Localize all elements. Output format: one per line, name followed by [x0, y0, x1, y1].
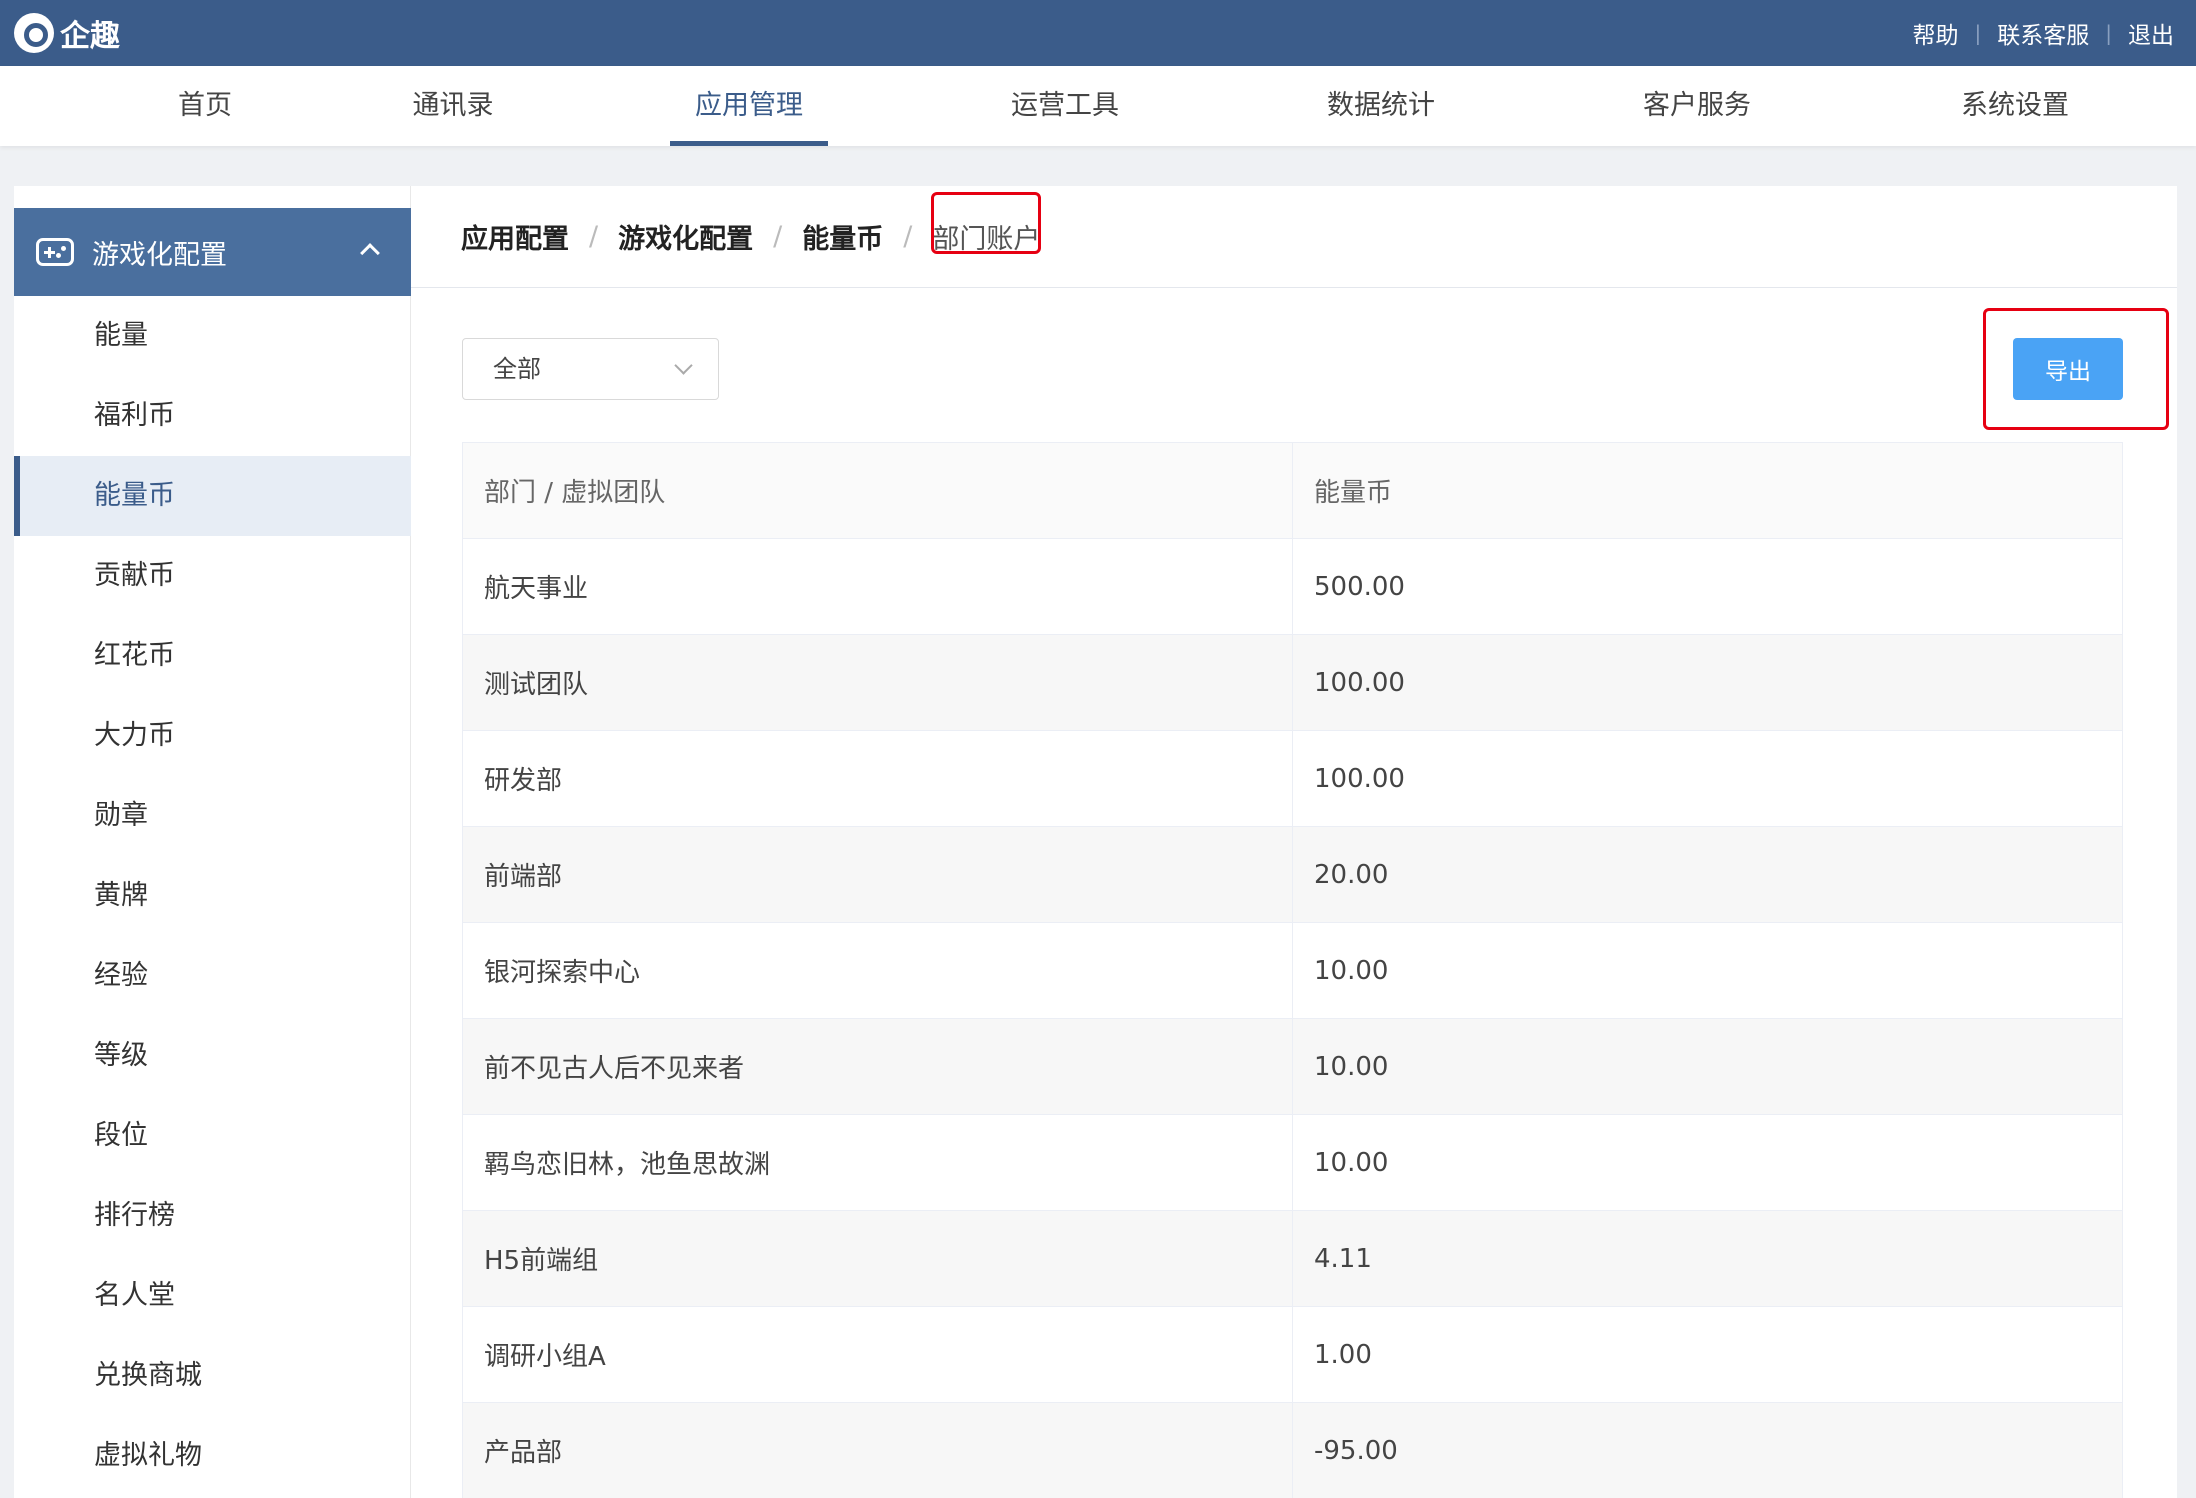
department-account-table: 部门 / 虚拟团队 能量币 航天事业 500.00 测试团队 100.00 研发… [462, 442, 2123, 1498]
table-header-row: 部门 / 虚拟团队 能量币 [462, 442, 2123, 539]
cell-energy-coin: 4.11 [1292, 1210, 2123, 1307]
sidebar-item-energy-coin[interactable]: 能量币 [14, 456, 411, 536]
cell-energy-coin: 100.00 [1292, 634, 2123, 731]
nav-system-settings[interactable]: 系统设置 [1950, 66, 2080, 146]
breadcrumb-energy-coin[interactable]: 能量币 [802, 217, 883, 256]
sidebar-item-welfare-coin[interactable]: 福利币 [14, 376, 411, 456]
help-link[interactable]: 帮助 [1913, 16, 1959, 50]
nav-customer-service[interactable]: 客户服务 [1632, 66, 1762, 146]
top-links: 帮助 | 联系客服 | 退出 [1913, 0, 2175, 66]
cell-energy-coin: 20.00 [1292, 826, 2123, 923]
select-value: 全部 [493, 355, 541, 383]
cell-department: 羁鸟恋旧林，池鱼思故渊 [462, 1114, 1293, 1211]
highlight-box-breadcrumb [931, 192, 1041, 254]
sidebar-item-rank[interactable]: 段位 [14, 1096, 411, 1176]
column-header-energy-coin: 能量币 [1292, 442, 2123, 539]
cell-energy-coin: 500.00 [1292, 538, 2123, 635]
cell-department: H5前端组 [462, 1210, 1293, 1307]
breadcrumb-gamification-config[interactable]: 游戏化配置 [618, 217, 753, 256]
sidebar-item-energy[interactable]: 能量 [14, 296, 411, 376]
link-divider: | [2105, 21, 2112, 45]
cell-energy-coin: 100.00 [1292, 730, 2123, 827]
table-row: 前端部 20.00 [462, 826, 2123, 923]
chevron-down-icon [674, 356, 693, 375]
cell-department: 航天事业 [462, 538, 1293, 635]
table-row: 前不见古人后不见来者 10.00 [462, 1018, 2123, 1115]
top-bar: 企趣 帮助 | 联系客服 | 退出 [0, 0, 2196, 66]
nav-operation-tools[interactable]: 运营工具 [1000, 66, 1130, 146]
highlight-box-export [1983, 308, 2169, 430]
sidebar-list: 能量 福利币 能量币 贡献币 红花币 大力币 勋章 黄牌 经验 等级 段位 排行… [14, 296, 411, 1496]
cell-energy-coin: 10.00 [1292, 1114, 2123, 1211]
sidebar-item-hall-of-fame[interactable]: 名人堂 [14, 1256, 411, 1336]
table-row: 产品部 -95.00 [462, 1402, 2123, 1498]
cell-energy-coin: 1.00 [1292, 1306, 2123, 1403]
sidebar-item-experience[interactable]: 经验 [14, 936, 411, 1016]
sidebar-item-red-flower-coin[interactable]: 红花币 [14, 616, 411, 696]
cell-department: 研发部 [462, 730, 1293, 827]
breadcrumb-separator: / [773, 221, 783, 252]
sidebar-item-virtual-gift[interactable]: 虚拟礼物 [14, 1416, 411, 1496]
link-divider: | [1974, 21, 1982, 45]
sidebar: 游戏化配置 能量 福利币 能量币 贡献币 红花币 大力币 勋章 黄牌 经验 等级… [14, 186, 411, 1498]
sidebar-item-leaderboard[interactable]: 排行榜 [14, 1176, 411, 1256]
breadcrumb-separator: / [903, 221, 913, 252]
nav-data-statistics[interactable]: 数据统计 [1316, 66, 1446, 146]
cell-department: 前不见古人后不见来者 [462, 1018, 1293, 1115]
table-row: 银河探索中心 10.00 [462, 922, 2123, 1019]
table-row: H5前端组 4.11 [462, 1210, 2123, 1307]
main-panel: 应用配置 / 游戏化配置 / 能量币 / 部门账户 全部 导出 部门 / 虚拟团… [411, 186, 2177, 1498]
cell-energy-coin: -95.00 [1292, 1402, 2123, 1498]
sidebar-item-contribution-coin[interactable]: 贡献币 [14, 536, 411, 616]
sidebar-item-level[interactable]: 等级 [14, 1016, 411, 1096]
logo-text: 企趣 [60, 19, 120, 54]
gamepad-icon [36, 238, 74, 266]
table-row: 羁鸟恋旧林，池鱼思故渊 10.00 [462, 1114, 2123, 1211]
sidebar-item-medal[interactable]: 勋章 [14, 776, 411, 856]
table-row: 研发部 100.00 [462, 730, 2123, 827]
cell-department: 产品部 [462, 1402, 1293, 1498]
sidebar-item-strength-coin[interactable]: 大力币 [14, 696, 411, 776]
sidebar-section-title: 游戏化配置 [92, 239, 227, 271]
table-row: 航天事业 500.00 [462, 538, 2123, 635]
cell-department: 调研小组A [462, 1306, 1293, 1403]
logo[interactable]: 企趣 [14, 12, 120, 54]
breadcrumb-separator: / [589, 221, 599, 252]
chevron-up-icon[interactable] [360, 243, 380, 263]
nav-app-management[interactable]: 应用管理 [670, 66, 828, 146]
content-container: 游戏化配置 能量 福利币 能量币 贡献币 红花币 大力币 勋章 黄牌 经验 等级… [14, 186, 2177, 1498]
department-filter-select[interactable]: 全部 [462, 338, 719, 400]
main-nav: 首页 通讯录 应用管理 运营工具 数据统计 客户服务 系统设置 [0, 66, 2196, 146]
cell-department: 前端部 [462, 826, 1293, 923]
contact-support-link[interactable]: 联系客服 [1997, 16, 2089, 50]
cell-energy-coin: 10.00 [1292, 922, 2123, 1019]
cell-department: 银河探索中心 [462, 922, 1293, 1019]
cell-department: 测试团队 [462, 634, 1293, 731]
table-row: 调研小组A 1.00 [462, 1306, 2123, 1403]
logout-link[interactable]: 退出 [2128, 16, 2174, 50]
sidebar-item-exchange-mall[interactable]: 兑换商城 [14, 1336, 411, 1416]
nav-contacts[interactable]: 通讯录 [398, 66, 508, 146]
breadcrumb-app-config[interactable]: 应用配置 [461, 217, 569, 256]
breadcrumb: 应用配置 / 游戏化配置 / 能量币 / 部门账户 [411, 186, 2177, 288]
column-header-department: 部门 / 虚拟团队 [462, 442, 1293, 539]
table-row: 测试团队 100.00 [462, 634, 2123, 731]
nav-home[interactable]: 首页 [150, 66, 260, 146]
logo-icon [14, 13, 54, 53]
cell-energy-coin: 10.00 [1292, 1018, 2123, 1115]
sidebar-item-yellow-card[interactable]: 黄牌 [14, 856, 411, 936]
sidebar-section-gamification[interactable]: 游戏化配置 [14, 208, 411, 296]
